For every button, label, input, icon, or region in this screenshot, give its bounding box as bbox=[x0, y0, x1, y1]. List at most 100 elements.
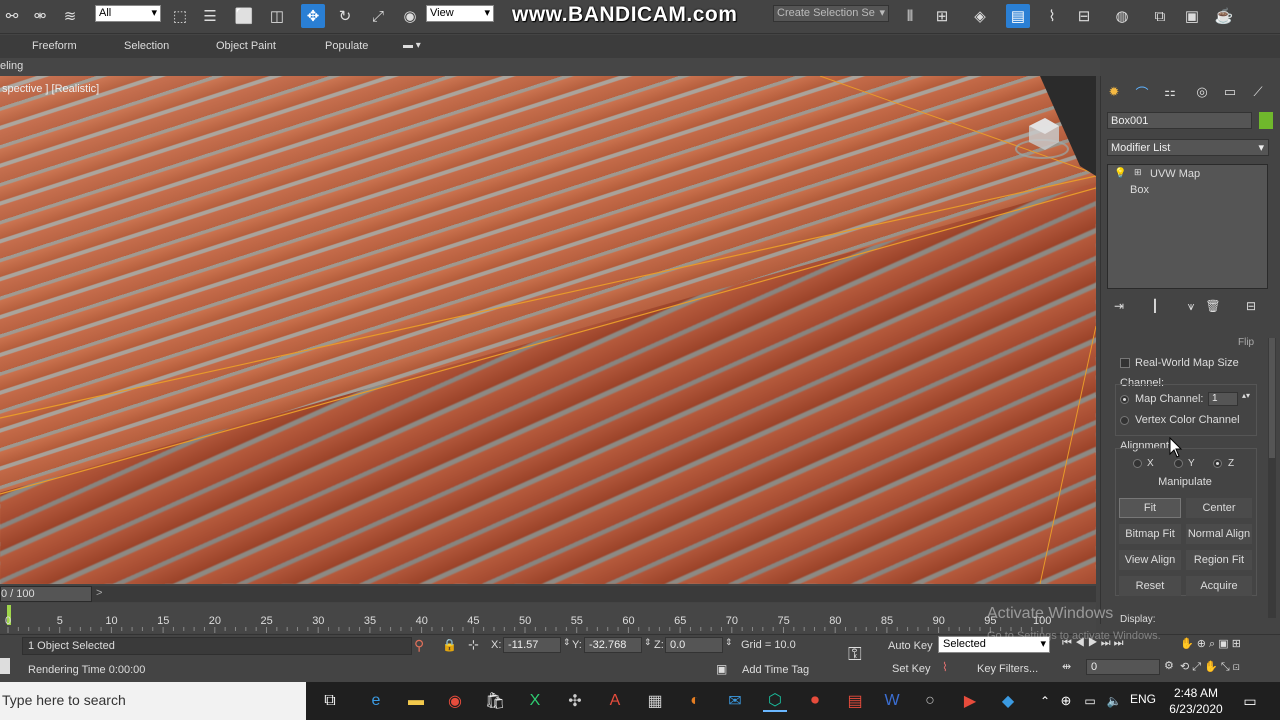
motion-tab-icon[interactable]: ◎ bbox=[1191, 82, 1213, 102]
align-z-radio[interactable] bbox=[1213, 459, 1222, 468]
reset-button[interactable]: Reset bbox=[1119, 576, 1181, 596]
key-filters-button[interactable]: Key Filters... bbox=[977, 660, 1038, 678]
isolate-selection-icon[interactable]: ⚲ bbox=[414, 637, 424, 654]
scale-icon[interactable]: ⤢ bbox=[366, 4, 390, 28]
make-unique-icon[interactable]: ⩛ bbox=[1181, 296, 1201, 316]
align-y-radio[interactable] bbox=[1174, 459, 1183, 468]
modifier-list-dropdown[interactable]: Modifier List bbox=[1107, 139, 1269, 156]
unlink-icon[interactable]: ⚮ bbox=[28, 4, 52, 28]
file-explorer-icon[interactable]: ▬ bbox=[404, 690, 428, 712]
notifications-icon[interactable]: ▭ bbox=[1238, 690, 1262, 712]
task-view-icon[interactable]: ⧉ bbox=[318, 690, 342, 712]
vertex-color-channel-radio[interactable] bbox=[1120, 416, 1129, 425]
pdf-icon[interactable]: ▤ bbox=[843, 690, 867, 712]
manipulate-button[interactable]: Manipulate bbox=[1140, 472, 1230, 492]
time-configuration-icon[interactable]: ⚙ bbox=[1164, 659, 1174, 672]
set-key-button[interactable]: Set Key bbox=[892, 660, 931, 678]
remove-modifier-icon[interactable]: 🗑 bbox=[1203, 296, 1223, 316]
excel-icon[interactable]: X bbox=[523, 690, 547, 712]
modify-tab-icon[interactable]: ⌒ bbox=[1131, 82, 1153, 102]
volume-icon[interactable]: 🔈 bbox=[1102, 690, 1126, 712]
bandicam-record-icon[interactable]: ⏺ bbox=[803, 690, 827, 712]
store-icon[interactable]: 🛍 bbox=[483, 690, 507, 712]
viewport-navigation-icons-2[interactable]: ⟲ ⤢ ✋ ⤡ ⊡ bbox=[1180, 660, 1240, 674]
fit-button[interactable]: Fit bbox=[1119, 498, 1181, 518]
acquire-button[interactable]: Acquire bbox=[1186, 576, 1252, 596]
auto-key-button[interactable]: Auto Key bbox=[888, 637, 933, 655]
utilities-tab-icon[interactable]: ⟋ bbox=[1247, 82, 1269, 102]
absolute-mode-icon[interactable]: ⊹ bbox=[468, 637, 479, 653]
taskbar-clock[interactable]: 2:48 AM 6/23/2020 bbox=[1160, 685, 1232, 717]
map-channel-radio[interactable] bbox=[1120, 395, 1129, 404]
center-button[interactable]: Center bbox=[1186, 498, 1252, 518]
network-icon[interactable]: ⊕ bbox=[1054, 690, 1078, 712]
tab-freeform[interactable]: Freeform bbox=[32, 40, 77, 52]
calculator-icon[interactable]: ▦ bbox=[643, 690, 667, 712]
set-key-mode-icon[interactable]: ⚿ bbox=[848, 644, 862, 665]
object-name-field[interactable]: Box001 bbox=[1107, 112, 1252, 129]
time-slider[interactable]: 0 / 100 > bbox=[0, 586, 1096, 602]
rotate-icon[interactable]: ↻ bbox=[333, 4, 357, 28]
expand-icon[interactable]: ⊞ bbox=[1134, 167, 1142, 178]
ribbon-options-icon[interactable]: ▬ ▾ bbox=[403, 40, 421, 51]
lightbulb-icon[interactable]: 💡 bbox=[1114, 168, 1126, 179]
tab-selection[interactable]: Selection bbox=[124, 40, 169, 52]
viewcube-icon[interactable] bbox=[1015, 112, 1069, 162]
media-player-icon[interactable]: ▶ bbox=[958, 690, 982, 712]
time-tag-icon[interactable]: ▣ bbox=[716, 662, 727, 676]
time-slider-handle[interactable]: 0 / 100 bbox=[0, 586, 92, 602]
reference-coord-dropdown[interactable]: View bbox=[426, 5, 494, 22]
key-mode-icon[interactable]: ⇹ bbox=[1062, 660, 1071, 673]
map-channel-spinner[interactable]: 1 bbox=[1208, 392, 1238, 406]
layer-explorer-icon[interactable]: ◈ bbox=[968, 4, 992, 28]
window-crossing-icon[interactable]: ◫ bbox=[265, 4, 289, 28]
region-fit-button[interactable]: Region Fit bbox=[1186, 550, 1252, 570]
bitmap-fit-button[interactable]: Bitmap Fit bbox=[1119, 524, 1181, 544]
taskbar-search-input[interactable]: Type here to search bbox=[0, 682, 306, 720]
stack-item-uvw-map[interactable]: UVW Map bbox=[1150, 168, 1200, 180]
mirror-icon[interactable]: ⫴ bbox=[898, 4, 922, 28]
hierarchy-tab-icon[interactable]: ⚏ bbox=[1159, 82, 1181, 102]
spinner-arrows-icon[interactable]: ▴▾ bbox=[1242, 391, 1250, 400]
render-production-icon[interactable]: ☕ bbox=[1212, 4, 1236, 28]
word-icon[interactable]: W bbox=[880, 690, 904, 712]
place-icon[interactable]: ◉ bbox=[398, 4, 422, 28]
material-editor-icon[interactable]: ◍ bbox=[1110, 4, 1134, 28]
viewport-navigation-icons[interactable]: ✋ ⊕ ⌕ ▣ ⊞ bbox=[1180, 637, 1241, 651]
edge-icon[interactable]: e bbox=[364, 690, 388, 712]
configure-modifier-sets-icon[interactable]: ⊟ bbox=[1241, 296, 1261, 316]
tab-populate[interactable]: Populate bbox=[325, 40, 368, 52]
stack-item-box[interactable]: Box bbox=[1130, 184, 1149, 196]
move-icon[interactable]: ✥ bbox=[301, 4, 325, 28]
add-time-tag-button[interactable]: Add Time Tag bbox=[742, 664, 809, 676]
y-spinner-icon[interactable]: ⇕ bbox=[644, 637, 652, 648]
select-object-icon[interactable]: ⬚ bbox=[168, 4, 192, 28]
bind-space-warp-icon[interactable]: ≋ bbox=[58, 4, 82, 28]
selection-filter-dropdown[interactable]: All bbox=[95, 5, 161, 22]
object-color-swatch[interactable] bbox=[1259, 112, 1273, 129]
rectangular-selection-icon[interactable]: ⬜ bbox=[232, 4, 256, 28]
mail-icon[interactable]: ✉ bbox=[723, 690, 747, 712]
maxscript-listener-icon[interactable] bbox=[0, 658, 10, 674]
show-end-result-icon[interactable]: ┃ bbox=[1145, 296, 1165, 316]
z-coordinate-field[interactable]: 0.0 bbox=[665, 637, 723, 653]
link-icon[interactable]: ⚯ bbox=[0, 4, 24, 28]
3ds-max-icon[interactable]: ⬡ bbox=[763, 690, 787, 712]
perspective-viewport[interactable] bbox=[0, 76, 1096, 584]
normal-align-button[interactable]: Normal Align bbox=[1186, 524, 1252, 544]
x-spinner-icon[interactable]: ⇕ bbox=[563, 637, 571, 648]
language-indicator[interactable]: ENG bbox=[1130, 692, 1156, 706]
settings-app-icon[interactable]: ✣ bbox=[563, 690, 587, 712]
curve-editor-icon[interactable]: ⌇ bbox=[1040, 4, 1064, 28]
firefox-icon[interactable]: ◐ bbox=[683, 690, 707, 712]
display-tab-icon[interactable]: ▭ bbox=[1219, 82, 1241, 102]
acrobat-icon[interactable]: A bbox=[603, 690, 627, 712]
render-setup-icon[interactable]: ⧉ bbox=[1148, 4, 1172, 28]
battery-icon[interactable]: ▭ bbox=[1078, 690, 1102, 712]
create-tab-icon[interactable]: ✹ bbox=[1103, 82, 1125, 102]
tab-object-paint[interactable]: Object Paint bbox=[216, 40, 276, 52]
z-spinner-icon[interactable]: ⇕ bbox=[725, 637, 733, 648]
named-selection-sets-input[interactable]: Create Selection Se bbox=[773, 5, 889, 22]
real-world-map-size-checkbox[interactable] bbox=[1120, 358, 1130, 368]
key-curve-icon[interactable]: ⌇ bbox=[942, 660, 948, 674]
